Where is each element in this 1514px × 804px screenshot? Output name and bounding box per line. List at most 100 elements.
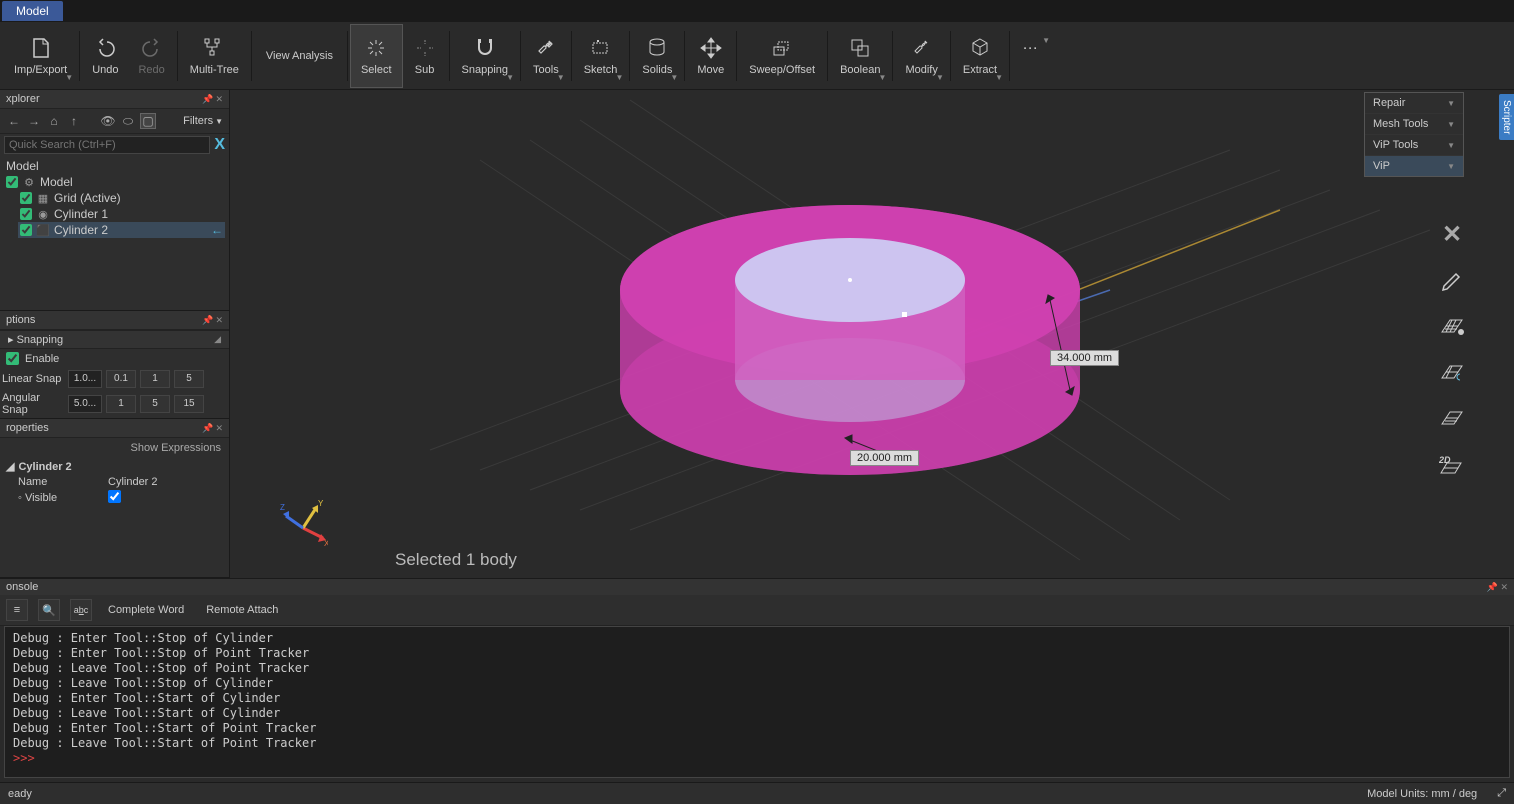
pencil-icon[interactable]	[1438, 266, 1466, 294]
explorer-title: xplorer	[6, 93, 40, 105]
show-expressions-button[interactable]: Show Expressions	[0, 438, 229, 458]
clear-search-icon[interactable]: X	[214, 136, 225, 154]
tree-item-cylinder1[interactable]: ◉ Cylinder 1	[18, 206, 225, 222]
boolean-icon	[848, 36, 872, 60]
axis-gizmo[interactable]: X Y Z	[278, 498, 328, 548]
chevron-down-icon: ▼	[670, 73, 678, 82]
repair-menu-item[interactable]: Repair▼	[1365, 93, 1463, 114]
ribbon: Imp/Export ▼ Undo Redo Multi-Tree View A…	[0, 22, 1514, 90]
angular-btn-1[interactable]: 1	[106, 395, 136, 413]
console-prompt[interactable]: >>>	[13, 751, 1501, 766]
status-ready: eady	[8, 788, 32, 800]
tree-item-cylinder2[interactable]: ⬛ Cylinder 2 ←	[18, 222, 225, 238]
snapping-button[interactable]: Snapping ▼	[452, 24, 519, 88]
chevron-down-icon: ▼	[557, 73, 565, 82]
angular-snap-input[interactable]: 5.0...	[68, 395, 102, 413]
multitree-button[interactable]: Multi-Tree	[180, 24, 249, 88]
selection-status: Selected 1 body	[395, 550, 517, 570]
extract-icon	[968, 36, 992, 60]
abc-icon[interactable]: abc	[70, 599, 92, 621]
up-icon[interactable]: ↑	[66, 113, 82, 129]
dimension-outer[interactable]: 34.000 mm	[1050, 350, 1119, 366]
link-icon[interactable]: ⬭	[120, 113, 136, 129]
home-icon[interactable]: ⌂	[46, 113, 62, 129]
model-checkbox[interactable]	[6, 176, 18, 188]
chevron-down-icon: ▼	[506, 73, 514, 82]
select-icon	[364, 36, 388, 60]
filters-button[interactable]: Filters ▼	[183, 115, 223, 127]
move-button[interactable]: Move	[687, 24, 734, 88]
visible-checkbox[interactable]	[108, 490, 121, 503]
tree: Model ⚙ Model ▦ Grid (Active) ◉ Cylinder…	[0, 156, 229, 240]
linear-btn-1[interactable]: 1	[140, 370, 170, 388]
chevron-down-icon: ▼	[879, 73, 887, 82]
extract-button[interactable]: Extract ▼	[953, 24, 1007, 88]
viewport[interactable]: 34.000 mm 20.000 mm X Y Z Selected 1 bod…	[230, 90, 1514, 578]
scripter-tab[interactable]: Scripter	[1499, 94, 1514, 140]
explorer-header: xplorer 📌✕	[0, 90, 229, 109]
box-icon[interactable]: ▢	[140, 113, 156, 129]
explorer-toolbar: ← → ⌂ ↑ 👁 ⬭ ▢ Filters ▼	[0, 109, 229, 134]
snapping-section[interactable]: ▸ Snapping ◢	[0, 330, 229, 349]
linear-btn-5[interactable]: 5	[174, 370, 204, 388]
console-output[interactable]: Debug : Enter Tool::Stop of Cylinder Deb…	[4, 626, 1510, 778]
import-export-button[interactable]: Imp/Export ▼	[4, 24, 77, 88]
viptools-menu-item[interactable]: ViP Tools▼	[1365, 135, 1463, 156]
cylinder-icon	[645, 36, 669, 60]
sweep-offset-button[interactable]: Sweep/Offset	[739, 24, 825, 88]
prop-group[interactable]: ◢Cylinder 2	[0, 458, 229, 475]
angular-btn-5[interactable]: 5	[140, 395, 170, 413]
search-row: X	[0, 134, 229, 156]
linear-btn-01[interactable]: 0.1	[106, 370, 136, 388]
grid-2d-icon[interactable]: 2D	[1438, 450, 1466, 478]
properties-panel: roperties 📌✕ Show Expressions ◢Cylinder …	[0, 419, 229, 578]
back-icon[interactable]: ←	[6, 113, 22, 129]
modify-button[interactable]: Modify ▼	[895, 24, 947, 88]
statusbar: eady Model Units: mm / deg ⤢	[0, 782, 1514, 804]
modify-icon	[910, 36, 934, 60]
chevron-down-icon: ▼	[615, 73, 623, 82]
vip-menu-item[interactable]: ViP▼	[1365, 156, 1463, 176]
search-input[interactable]	[4, 136, 210, 154]
view-analysis-button[interactable]: View Analysis	[254, 42, 345, 70]
title-tab[interactable]: Model	[2, 1, 63, 21]
solids-button[interactable]: Solids ▼	[632, 24, 682, 88]
tree-root[interactable]: Model	[4, 158, 225, 174]
repair-popup: Repair▼ Mesh Tools▼ ViP Tools▼ ViP▼	[1364, 92, 1464, 177]
tree-item-grid[interactable]: ▦ Grid (Active)	[18, 190, 225, 206]
select-button[interactable]: Select	[350, 24, 403, 88]
grid-tool-icon[interactable]	[1438, 312, 1466, 340]
eye-icon[interactable]: 👁	[100, 113, 116, 129]
sphere-icon: ◉	[36, 207, 50, 221]
close-tool-icon[interactable]: ✕	[1438, 220, 1466, 248]
options-header: ptions 📌✕	[0, 311, 229, 330]
tools-button[interactable]: Tools ▼	[523, 24, 569, 88]
chevron-down-icon: ▼	[936, 73, 944, 82]
linear-snap-input[interactable]: 1.0...	[68, 370, 102, 388]
more-button[interactable]: …▼	[1012, 36, 1060, 76]
forward-icon[interactable]: →	[26, 113, 42, 129]
pin-icon[interactable]: 📌	[202, 94, 213, 105]
close-icon[interactable]: ✕	[215, 94, 223, 105]
search-icon[interactable]: 🔍	[38, 599, 60, 621]
dimension-inner[interactable]: 20.000 mm	[850, 450, 919, 466]
redo-icon	[140, 36, 164, 60]
complete-word-button[interactable]: Complete Word	[102, 602, 190, 618]
indicator-arrow-icon: ←	[211, 223, 223, 237]
expand-icon[interactable]: ⤢	[1497, 787, 1506, 800]
cylinder-icon: ⬛	[36, 223, 50, 237]
grid-3d-icon[interactable]	[1438, 404, 1466, 432]
boolean-button[interactable]: Boolean ▼	[830, 24, 890, 88]
grid-refresh-icon[interactable]	[1438, 358, 1466, 386]
remote-attach-button[interactable]: Remote Attach	[200, 602, 284, 618]
tree-model[interactable]: ⚙ Model	[4, 174, 225, 190]
sketch-button[interactable]: Sketch ▼	[574, 24, 628, 88]
enable-checkbox[interactable]	[6, 352, 19, 365]
undo-button[interactable]: Undo	[82, 24, 128, 88]
explorer-panel: xplorer 📌✕ ← → ⌂ ↑ 👁 ⬭ ▢ Filters ▼ X Mod…	[0, 90, 229, 311]
list-icon[interactable]: ≡	[6, 599, 28, 621]
sub-button[interactable]: Sub	[403, 24, 447, 88]
meshtools-menu-item[interactable]: Mesh Tools▼	[1365, 114, 1463, 135]
redo-button[interactable]: Redo	[128, 24, 174, 88]
angular-btn-15[interactable]: 15	[174, 395, 204, 413]
